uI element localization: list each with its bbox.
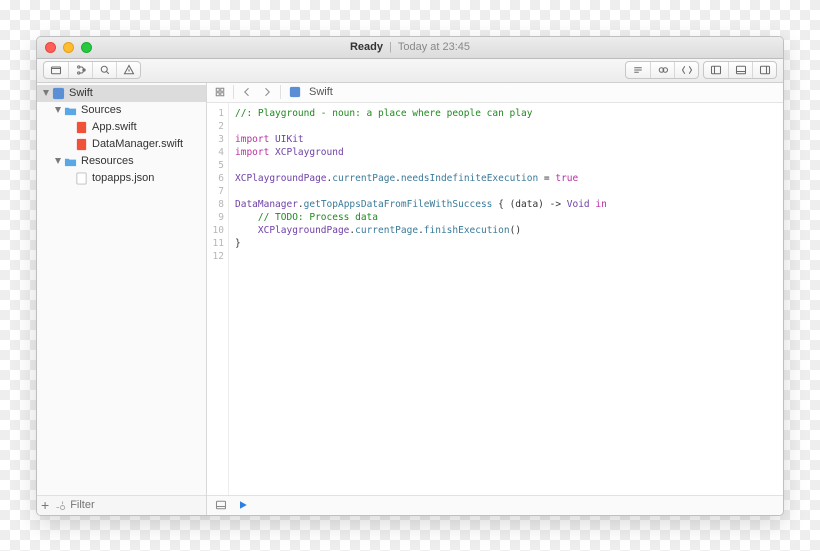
project-navigator-tab[interactable] — [44, 62, 68, 78]
assistant-editor-button[interactable] — [650, 62, 674, 78]
find-navigator-tab[interactable] — [92, 62, 116, 78]
nav-item-label: Sources — [81, 104, 121, 116]
folder-icon — [64, 155, 77, 168]
swift-file-icon — [75, 138, 88, 151]
nav-root-swift[interactable]: Swift — [37, 85, 206, 102]
nav-item-label: Resources — [81, 155, 134, 167]
close-window-button[interactable] — [45, 42, 56, 53]
toolbar — [37, 59, 783, 83]
editor-mode-segmented — [625, 61, 699, 79]
toggle-debug-area-button[interactable] — [213, 497, 229, 513]
breadcrumb-label: Swift — [309, 86, 333, 98]
version-editor-button[interactable] — [674, 62, 698, 78]
debug-bar — [207, 495, 783, 515]
breadcrumb[interactable]: Swift — [285, 86, 337, 98]
nav-file-app-swift[interactable]: App.swift — [37, 119, 206, 136]
folder-icon — [64, 104, 77, 117]
navigator-segmented — [43, 61, 141, 79]
swift-file-icon — [75, 121, 88, 134]
panel-toggles-segmented — [703, 61, 777, 79]
nav-item-label: DataManager.swift — [92, 138, 183, 150]
filter-input[interactable] — [70, 499, 212, 511]
nav-back-button[interactable] — [238, 84, 256, 100]
nav-item-label: App.swift — [92, 121, 137, 133]
navigator-sidebar: Swift Sources App.swift DataManager. — [37, 83, 207, 515]
divider — [280, 85, 281, 99]
maximize-window-button[interactable] — [81, 42, 92, 53]
issue-navigator-tab[interactable] — [116, 62, 140, 78]
nav-group-resources[interactable]: Resources — [37, 153, 206, 170]
navigator-selector — [43, 61, 141, 79]
toolbar-right — [625, 61, 777, 79]
toggle-debug-button[interactable] — [728, 62, 752, 78]
navigator-footer: + — [37, 495, 206, 515]
status-label: Ready — [350, 41, 383, 53]
playground-icon — [289, 86, 301, 98]
related-items-button[interactable] — [211, 84, 229, 100]
title-separator: | — [389, 41, 392, 53]
nav-file-datamanager-swift[interactable]: DataManager.swift — [37, 136, 206, 153]
add-button[interactable]: + — [41, 497, 49, 513]
nav-forward-button[interactable] — [258, 84, 276, 100]
filter-icon — [55, 500, 66, 511]
nav-group-sources[interactable]: Sources — [37, 102, 206, 119]
nav-item-label: topapps.json — [92, 172, 154, 184]
nav-file-topapps-json[interactable]: topapps.json — [37, 170, 206, 187]
main-body: Swift Sources App.swift DataManager. — [37, 83, 783, 515]
playground-icon — [52, 87, 65, 100]
disclosure-triangle-icon[interactable] — [53, 105, 63, 115]
symbol-navigator-tab[interactable] — [68, 62, 92, 78]
standard-editor-button[interactable] — [626, 62, 650, 78]
line-gutter: 123456789101112 — [207, 103, 229, 495]
xcode-window: Ready | Today at 23:45 — [36, 36, 784, 516]
titlebar: Ready | Today at 23:45 — [37, 37, 783, 59]
filter-field[interactable] — [55, 499, 212, 511]
code-editor[interactable]: 123456789101112 //: Playground - noun: a… — [207, 103, 783, 495]
run-playground-button[interactable] — [235, 497, 251, 513]
source-text[interactable]: //: Playground - noun: a place where peo… — [229, 103, 783, 495]
divider — [233, 85, 234, 99]
minimize-window-button[interactable] — [63, 42, 74, 53]
json-file-icon — [75, 172, 88, 185]
disclosure-triangle-icon[interactable] — [53, 156, 63, 166]
toggle-navigator-button[interactable] — [704, 62, 728, 78]
window-title: Ready | Today at 23:45 — [350, 41, 470, 53]
nav-item-label: Swift — [69, 87, 93, 99]
disclosure-triangle-icon[interactable] — [41, 88, 51, 98]
jump-bar[interactable]: Swift — [207, 83, 783, 103]
editor-area: Swift 123456789101112 //: Playground - n… — [207, 83, 783, 515]
toggle-utilities-button[interactable] — [752, 62, 776, 78]
traffic-lights — [45, 42, 92, 53]
project-navigator[interactable]: Swift Sources App.swift DataManager. — [37, 83, 206, 495]
build-timestamp: Today at 23:45 — [398, 41, 470, 53]
